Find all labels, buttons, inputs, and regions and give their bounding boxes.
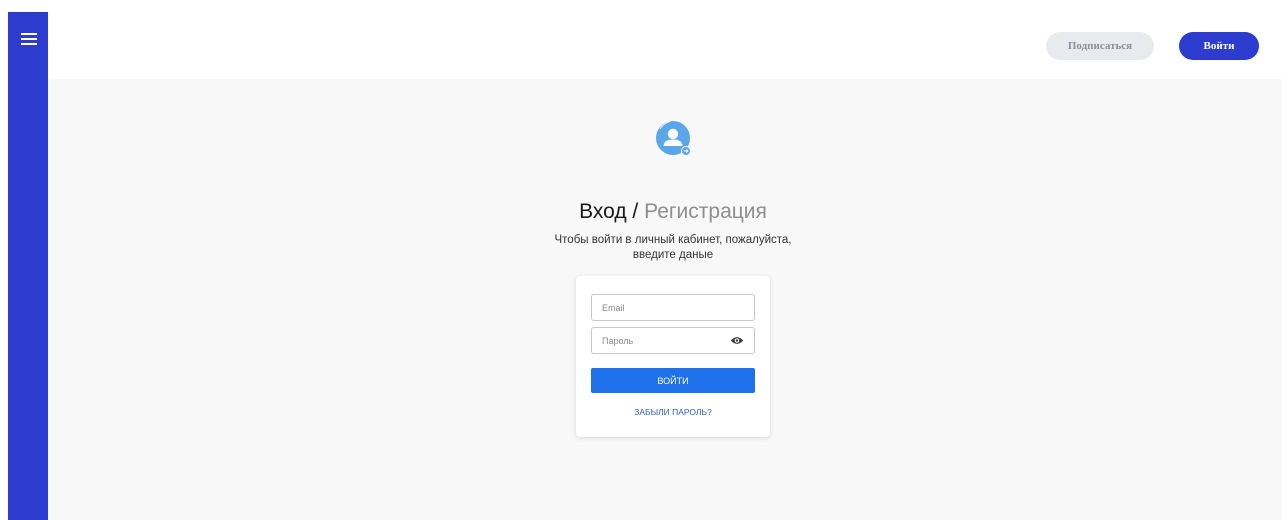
submit-login-button[interactable]: ВОЙТИ xyxy=(591,368,755,393)
title-login: Вход / xyxy=(579,200,639,223)
eye-icon[interactable] xyxy=(730,335,744,346)
menu-button[interactable] xyxy=(21,33,37,47)
subtitle-line-2: введите даные xyxy=(632,249,714,261)
title-register-link[interactable]: Регистрация xyxy=(644,200,767,223)
page-title: Вход / Регистрация xyxy=(440,200,906,224)
page-subtitle: Чтобы войти в личный кабинет, пожалуйста… xyxy=(530,233,816,263)
header-login-button[interactable]: Войти xyxy=(1179,32,1259,60)
hamburger-menu-icon xyxy=(21,33,37,35)
login-card: ВОЙТИ ЗАБЫЛИ ПАРОЛЬ? xyxy=(576,276,770,437)
password-input[interactable] xyxy=(592,328,732,353)
email-field xyxy=(591,294,755,321)
email-input[interactable] xyxy=(592,295,732,320)
subtitle-line-1: Чтобы войти в личный кабинет, пожалуйста… xyxy=(554,234,792,246)
password-field xyxy=(591,327,755,354)
forgot-password-link[interactable]: ЗАБЫЛИ ПАРОЛЬ? xyxy=(591,407,755,417)
subscribe-button[interactable]: Подписаться xyxy=(1046,32,1154,60)
sidebar xyxy=(8,12,48,520)
user-login-icon xyxy=(656,120,691,156)
